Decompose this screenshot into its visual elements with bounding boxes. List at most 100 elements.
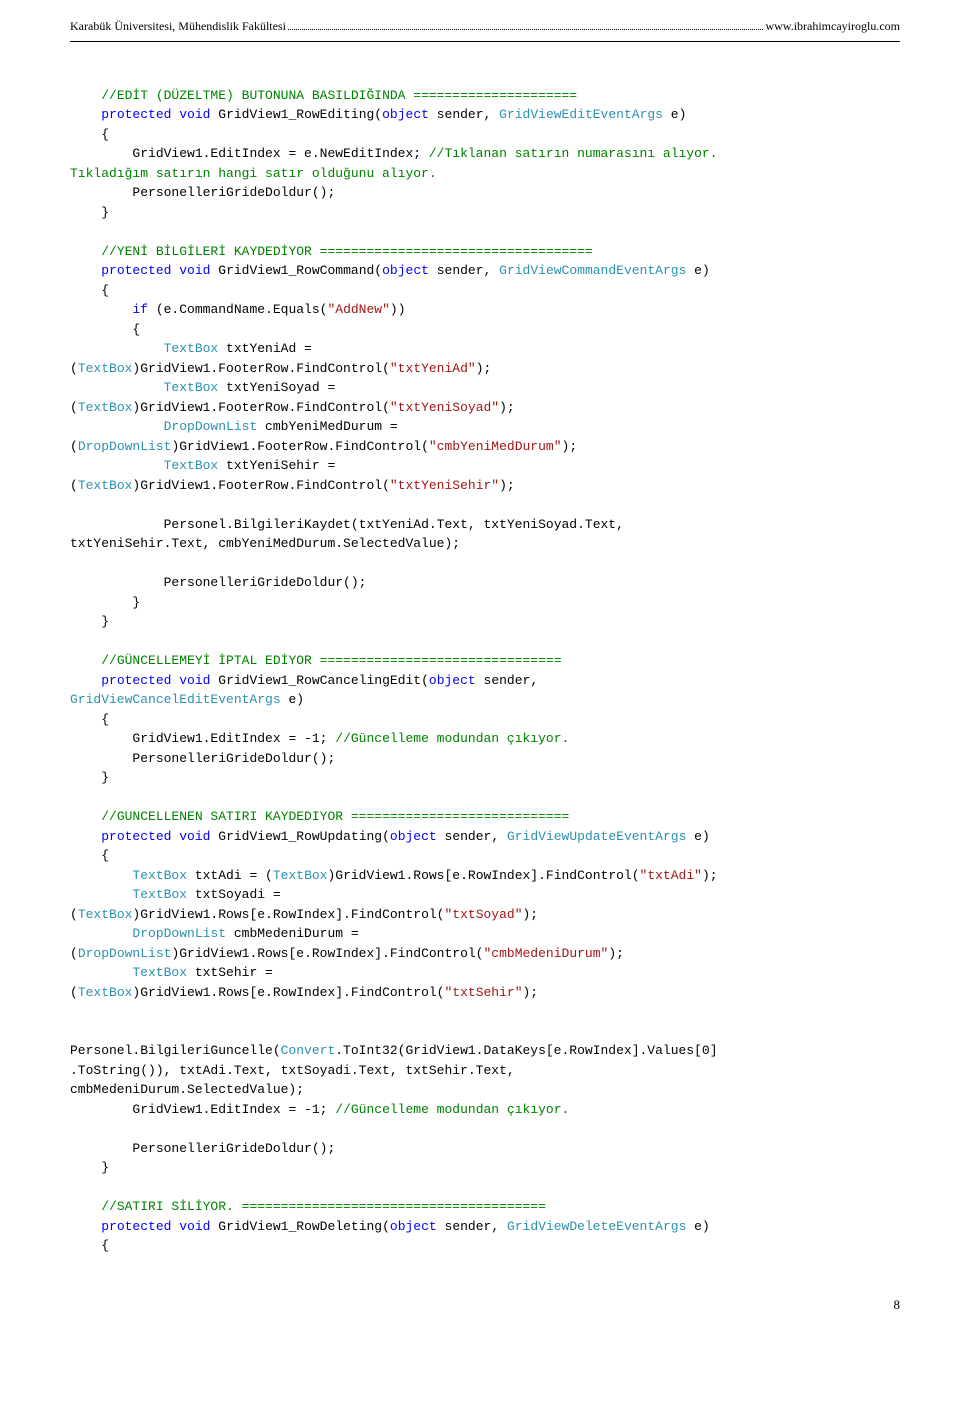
code-token: { xyxy=(70,1238,109,1253)
code-token: //YENİ BİLGİLERİ KAYDEDİYOR ============… xyxy=(101,244,592,259)
code-token: GridView1_RowUpdating( xyxy=(210,829,389,844)
code-token: GridViewEditEventArgs xyxy=(499,107,663,122)
code-token: )GridView1.Rows[e.RowIndex].FindControl( xyxy=(132,985,444,1000)
code-token: TextBox xyxy=(132,965,187,980)
code-token: ); xyxy=(562,439,578,454)
code-token: "txtSoyad" xyxy=(444,907,522,922)
code-token: cmbMedeniDurum.SelectedValue); xyxy=(70,1082,304,1097)
code-token: PersonelleriGrideDoldur(); xyxy=(70,185,335,200)
code-token: sender, xyxy=(429,263,499,278)
code-token: )GridView1.Rows[e.RowIndex].FindControl( xyxy=(171,946,483,961)
code-token: )) xyxy=(390,302,406,317)
code-token: ( xyxy=(70,400,78,415)
code-token: ( xyxy=(70,907,78,922)
code-token: PersonelleriGrideDoldur(); xyxy=(70,751,335,766)
code-token: void xyxy=(179,1219,210,1234)
code-token: //Tıklanan satırın numarasını alıyor. xyxy=(429,146,725,161)
code-token xyxy=(70,673,101,688)
code-token: e) xyxy=(281,692,304,707)
code-token: void xyxy=(179,107,210,122)
code-token xyxy=(70,244,101,259)
code-token: { xyxy=(70,127,109,142)
code-token: "txtYeniSehir" xyxy=(390,478,499,493)
code-token: )GridView1.FooterRow.FindControl( xyxy=(132,478,389,493)
code-token xyxy=(70,302,132,317)
code-token: "cmbYeniMedDurum" xyxy=(429,439,562,454)
code-token: ); xyxy=(523,907,539,922)
code-token: object xyxy=(429,673,476,688)
code-token xyxy=(70,341,164,356)
code-token: protected xyxy=(101,829,171,844)
code-token: void xyxy=(179,829,210,844)
code-token: } xyxy=(70,205,109,220)
code-token: //GÜNCELLEMEYİ İPTAL EDİYOR ============… xyxy=(101,653,561,668)
code-token: protected xyxy=(101,673,171,688)
code-token: DropDownList xyxy=(78,439,172,454)
code-token: TextBox xyxy=(78,985,133,1000)
header-dots xyxy=(288,20,763,30)
code-token: //Güncelleme modundan çıkıyor. xyxy=(335,731,569,746)
code-token: ); xyxy=(499,478,515,493)
code-token: "cmbMedeniDurum" xyxy=(484,946,609,961)
code-token: GridView1_RowDeleting( xyxy=(210,1219,389,1234)
code-token: TextBox xyxy=(132,887,187,902)
code-token: GridView1_RowCommand( xyxy=(210,263,382,278)
code-token: TextBox xyxy=(273,868,328,883)
code-token: )GridView1.Rows[e.RowIndex].FindControl( xyxy=(132,907,444,922)
code-token: //SATIRI SİLİYOR. ======================… xyxy=(101,1199,546,1214)
code-token: protected xyxy=(101,107,171,122)
code-token: )GridView1.FooterRow.FindControl( xyxy=(132,400,389,415)
code-token: void xyxy=(179,673,210,688)
code-token: cmbYeniMedDurum = xyxy=(257,419,405,434)
code-token: DropDownList xyxy=(132,926,226,941)
code-token: GridView1_RowCancelingEdit( xyxy=(210,673,428,688)
code-token: sender, xyxy=(476,673,546,688)
code-token: DropDownList xyxy=(164,419,258,434)
code-token: TextBox xyxy=(132,868,187,883)
code-token: TextBox xyxy=(78,400,133,415)
code-token: GridViewDeleteEventArgs xyxy=(507,1219,686,1234)
page-number: 8 xyxy=(70,1296,900,1315)
code-token: txtYeniSoyad = xyxy=(218,380,343,395)
code-token: sender, xyxy=(437,1219,507,1234)
code-token: TextBox xyxy=(78,361,133,376)
code-token: ); xyxy=(499,400,515,415)
code-token: PersonelleriGrideDoldur(); xyxy=(70,1141,335,1156)
code-token: if xyxy=(132,302,148,317)
code-token: sender, xyxy=(429,107,499,122)
code-token: PersonelleriGrideDoldur(); xyxy=(70,575,366,590)
code-token: txtSoyadi = xyxy=(187,887,288,902)
code-token xyxy=(70,107,101,122)
code-token: Personel.BilgileriGuncelle( xyxy=(70,1043,281,1058)
code-token: ( xyxy=(70,478,78,493)
code-token: .ToInt32(GridView1.DataKeys[e.RowIndex].… xyxy=(335,1043,717,1058)
code-token: } xyxy=(70,1160,109,1175)
code-token: object xyxy=(390,829,437,844)
code-token: txtAdi = ( xyxy=(187,868,273,883)
code-token xyxy=(70,653,101,668)
code-token: TextBox xyxy=(164,380,219,395)
code-token: txtYeniSehir = xyxy=(218,458,343,473)
code-token: } xyxy=(70,770,109,785)
code-token: (e.CommandName.Equals( xyxy=(148,302,327,317)
code-token: //GUNCELLENEN SATIRI KAYDEDIYOR ========… xyxy=(101,809,569,824)
code-token: "AddNew" xyxy=(327,302,389,317)
code-token xyxy=(70,887,132,902)
code-token: Tıkladığım satırın hangi satır olduğunu … xyxy=(70,166,437,181)
code-token: "txtYeniAd" xyxy=(390,361,476,376)
code-token: { xyxy=(70,322,140,337)
header-right: www.ibrahimcayiroglu.com xyxy=(765,18,900,35)
code-token: "txtAdi" xyxy=(640,868,702,883)
code-token: TextBox xyxy=(164,458,219,473)
code-token: { xyxy=(70,848,109,863)
code-token: //EDİT (DÜZELTME) BUTONUNA BASILDIĞINDA … xyxy=(101,88,577,103)
code-token: Personel.BilgileriKaydet(txtYeniAd.Text,… xyxy=(70,517,632,532)
code-token xyxy=(70,458,164,473)
code-token: } xyxy=(70,595,140,610)
code-token: e) xyxy=(686,1219,709,1234)
code-token xyxy=(70,965,132,980)
header-rule xyxy=(70,41,900,42)
code-token: GridView1.EditIndex = -1; xyxy=(70,731,335,746)
code-token: GridViewCancelEditEventArgs xyxy=(70,692,281,707)
code-token: ( xyxy=(70,946,78,961)
